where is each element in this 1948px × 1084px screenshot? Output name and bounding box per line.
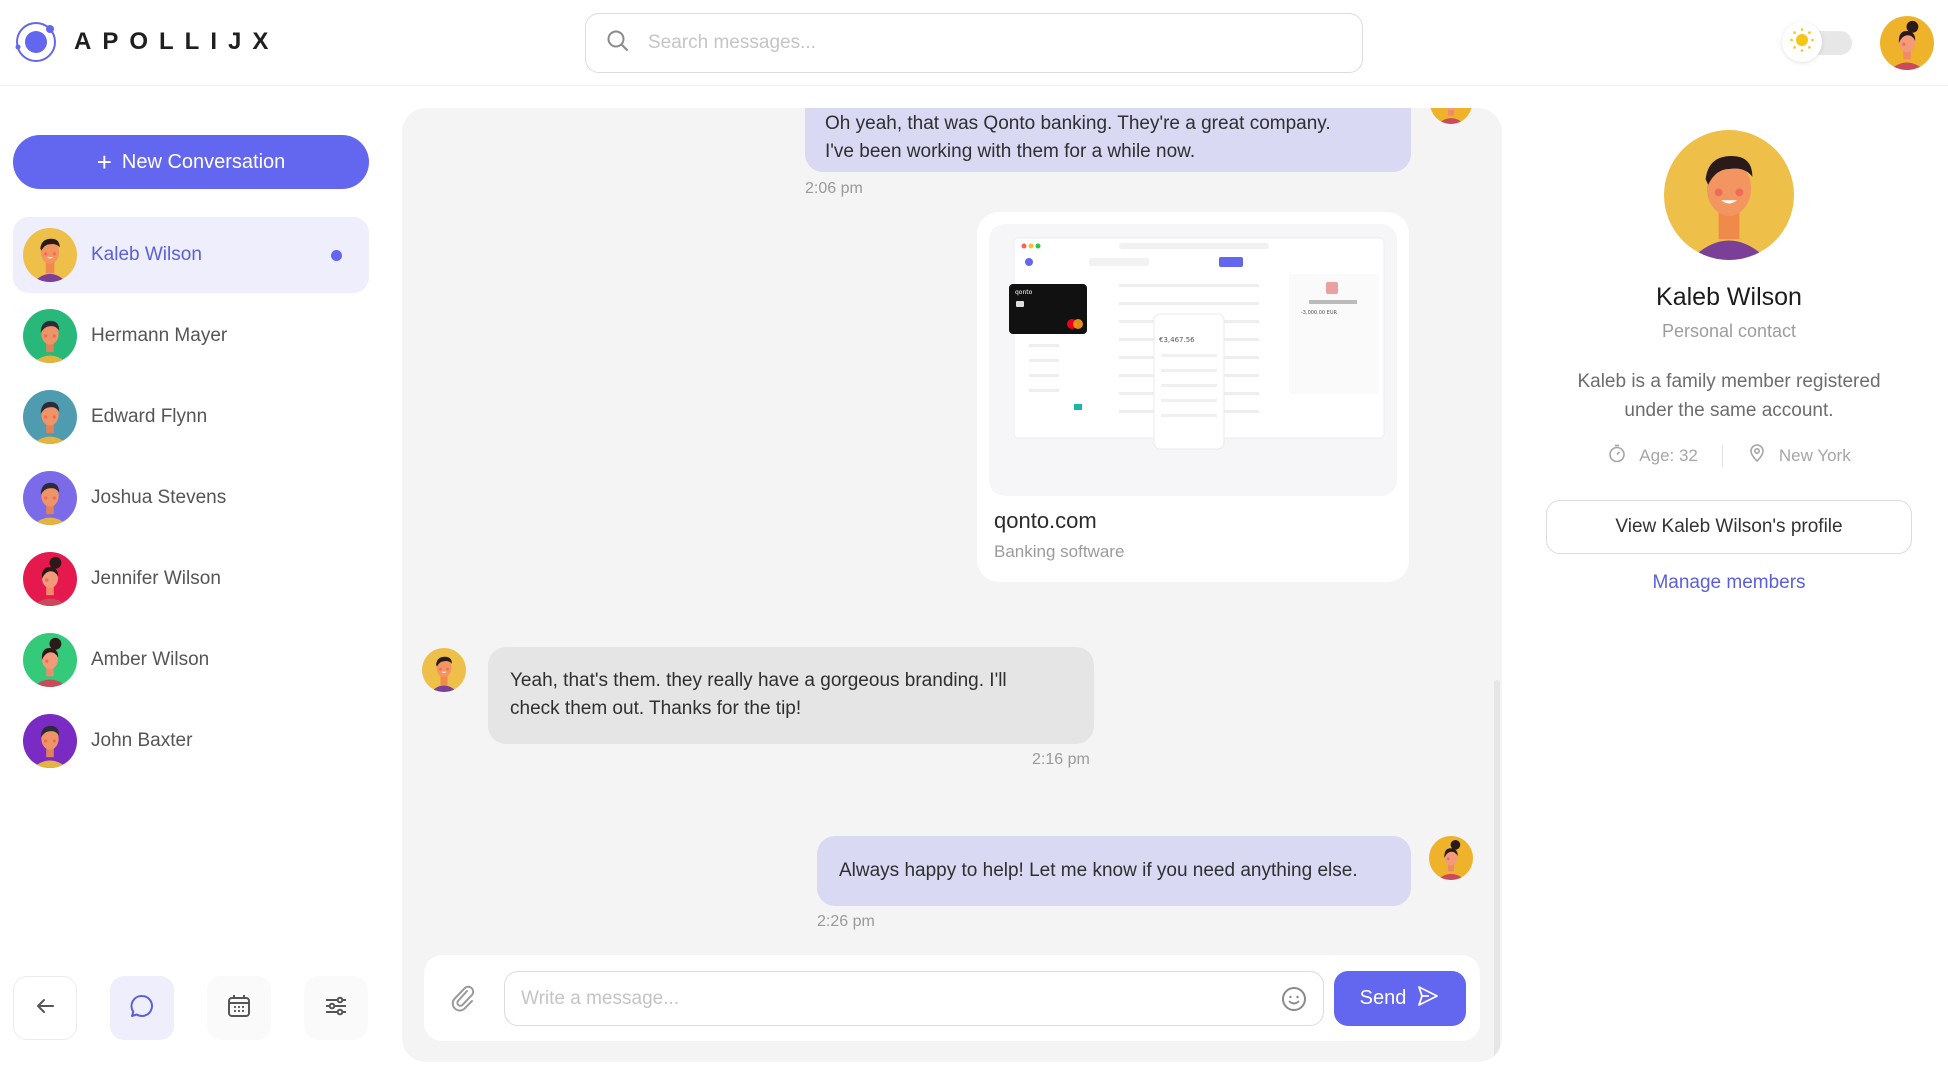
contact-name: Joshua Stevens — [91, 487, 227, 508]
app-logo[interactable]: APOLLIJX — [14, 20, 279, 64]
card-brand-text: qonto — [1015, 289, 1033, 296]
message-thread[interactable]: Oh yeah, that was Qonto banking. They're… — [402, 108, 1502, 948]
toggle-knob[interactable] — [1782, 22, 1822, 62]
contact-avatar — [23, 309, 77, 363]
sidebar: + New Conversation Kaleb Wilson Hermann … — [0, 87, 380, 1084]
message-timestamp: 2:26 pm — [817, 913, 875, 930]
new-conversation-label: New Conversation — [121, 150, 286, 173]
send-label: Send — [1359, 987, 1407, 1009]
message-text: Yeah, that's them. they really have a go… — [510, 670, 1007, 691]
map-pin-icon — [1747, 443, 1767, 468]
unread-indicator — [331, 250, 342, 261]
contact-name: Jennifer Wilson — [91, 568, 221, 589]
message-timestamp: 2:06 pm — [805, 180, 863, 197]
plus-icon: + — [96, 147, 112, 177]
contact-item[interactable]: Kaleb Wilson — [13, 217, 369, 293]
search-input[interactable] — [648, 32, 1328, 54]
website-screenshot: qonto €3,467.56 -3,000.00 EUR — [989, 224, 1397, 496]
profile-avatar — [1664, 130, 1794, 260]
current-user-avatar[interactable] — [1880, 16, 1934, 70]
contact-avatar — [23, 390, 77, 444]
stopwatch-icon — [1607, 443, 1627, 468]
contact-avatar — [23, 552, 77, 606]
search-bar[interactable] — [585, 13, 1363, 73]
search-icon — [606, 29, 630, 58]
sender-avatar — [1429, 836, 1473, 880]
contact-item[interactable]: John Baxter — [13, 703, 369, 779]
message-bubble-incoming: Yeah, that's them. they really have a go… — [488, 647, 1094, 744]
sun-icon — [1788, 26, 1816, 59]
message-text: check them out. Thanks for the tip! — [510, 698, 802, 719]
preview-amount: -3,000.00 EUR — [1301, 310, 1337, 316]
contact-name: Kaleb Wilson — [91, 244, 202, 265]
messages-nav-button[interactable] — [110, 976, 174, 1040]
emoji-icon[interactable] — [1281, 986, 1307, 1012]
age-info: Age: 32 — [1607, 443, 1698, 468]
contact-name: Hermann Mayer — [91, 325, 228, 346]
message-composer: Send — [424, 955, 1480, 1041]
link-subtitle: Banking software — [994, 542, 1125, 561]
contact-avatar — [23, 471, 77, 525]
contact-avatar — [23, 714, 77, 768]
profile-description: Kaleb is a family member registered unde… — [1577, 371, 1881, 421]
sender-avatar — [422, 648, 466, 692]
back-button[interactable] — [13, 976, 77, 1040]
logo-orbit-icon — [14, 20, 58, 64]
profile-role: Personal contact — [1661, 321, 1797, 341]
message-text: Oh yeah, that was Qonto banking. They're… — [825, 113, 1331, 134]
contact-item[interactable]: Joshua Stevens — [13, 460, 369, 536]
message-input[interactable] — [521, 987, 1261, 1010]
manage-members-link[interactable]: Manage members — [1520, 572, 1938, 594]
location-text: New York — [1778, 445, 1851, 465]
sliders-icon — [322, 992, 350, 1025]
view-profile-button[interactable]: View Kaleb Wilson's profile — [1546, 500, 1912, 554]
paper-plane-icon — [1416, 984, 1440, 1014]
location-info: New York — [1747, 443, 1851, 468]
message-bubble-outgoing: Oh yeah, that was Qonto banking. They're… — [805, 108, 1411, 172]
link-title: qonto.com — [994, 508, 1097, 533]
contact-item[interactable]: Amber Wilson — [13, 622, 369, 698]
profile-meta: Age: 32 New York — [1520, 443, 1938, 468]
app-name: APOLLIJX — [74, 28, 280, 55]
chat-panel: Oh yeah, that was Qonto banking. They're… — [402, 108, 1502, 1062]
contact-avatar — [23, 228, 77, 282]
profile-name: Kaleb Wilson — [1656, 283, 1802, 311]
meta-divider — [1721, 444, 1723, 467]
contact-item[interactable]: Jennifer Wilson — [13, 541, 369, 617]
contact-name: Amber Wilson — [91, 649, 210, 670]
preview-balance: €3,467.56 — [1159, 336, 1195, 344]
theme-toggle[interactable] — [1782, 22, 1852, 62]
contact-item[interactable]: Edward Flynn — [13, 379, 369, 455]
settings-nav-button[interactable] — [304, 976, 368, 1040]
top-header: APOLLIJX — [0, 0, 1948, 86]
paperclip-icon[interactable] — [448, 983, 478, 1013]
chat-scrollbar[interactable] — [1494, 680, 1500, 1060]
contact-profile-panel: Kaleb Wilson Personal contact Kaleb is a… — [1520, 87, 1948, 1084]
calendar-nav-button[interactable] — [207, 976, 271, 1040]
send-button[interactable]: Send — [1334, 971, 1466, 1026]
bottom-nav — [13, 976, 368, 1040]
new-conversation-button[interactable]: + New Conversation — [13, 135, 369, 189]
message-timestamp: 2:16 pm — [1032, 751, 1090, 768]
message-input-field[interactable] — [504, 971, 1324, 1026]
chat-bubble-icon — [128, 992, 156, 1025]
message-text: Always happy to help! Let me know if you… — [839, 860, 1358, 881]
contact-list: Kaleb Wilson Hermann Mayer Edward Flynn … — [13, 217, 369, 784]
arrow-left-icon — [34, 995, 56, 1022]
contact-item[interactable]: Hermann Mayer — [13, 298, 369, 374]
message-text: I've been working with them for a while … — [825, 141, 1196, 162]
contact-name: John Baxter — [91, 730, 193, 751]
sender-avatar — [1430, 108, 1472, 124]
calendar-icon — [225, 992, 253, 1025]
message-bubble-outgoing: Always happy to help! Let me know if you… — [817, 836, 1411, 906]
contact-avatar — [23, 633, 77, 687]
age-text: Age: 32 — [1639, 445, 1698, 465]
link-preview-card[interactable]: qonto €3,467.56 -3,000.00 EUR qonto.com … — [977, 212, 1409, 582]
contact-name: Edward Flynn — [91, 406, 208, 427]
